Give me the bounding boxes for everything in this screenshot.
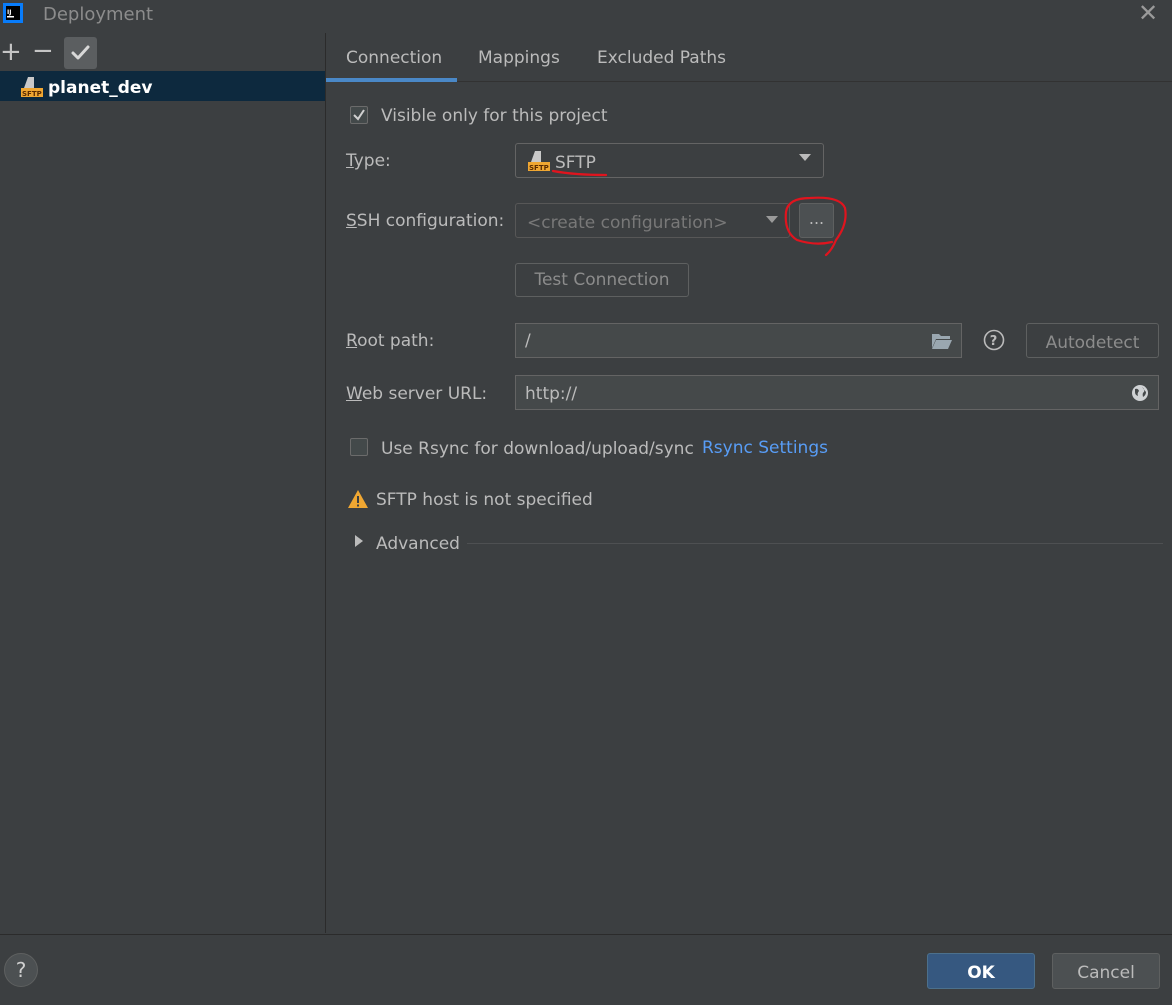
root-path-input[interactable]	[515, 323, 962, 358]
expand-arrow-icon[interactable]	[355, 535, 363, 547]
url-label-mnemonic: W	[346, 384, 362, 404]
tab-mappings[interactable]: Mappings	[478, 48, 560, 68]
help-icon[interactable]: ?	[983, 329, 1005, 351]
checkmark-icon	[353, 109, 365, 121]
svg-text:SFTP: SFTP	[22, 90, 42, 98]
warning-icon	[348, 490, 368, 508]
close-icon[interactable]: ✕	[1136, 1, 1160, 26]
help-button[interactable]: ?	[4, 953, 38, 987]
root-path-value: /	[525, 331, 531, 351]
svg-text:IJ: IJ	[7, 9, 11, 16]
advanced-divider	[467, 543, 1163, 544]
ssh-configuration-placeholder: <create configuration>	[527, 213, 728, 233]
cancel-button[interactable]: Cancel	[1052, 953, 1160, 989]
type-label-mnemonic: T	[346, 151, 354, 171]
tab-excluded-paths[interactable]: Excluded Paths	[597, 48, 726, 68]
root-label-mnemonic: R	[346, 331, 358, 351]
server-name: planet_dev	[48, 78, 153, 98]
root-path-label: Root path:	[346, 331, 434, 351]
web-server-url-value: http://	[525, 384, 578, 404]
server-list-panel	[0, 33, 326, 933]
remove-server-button[interactable]: −	[32, 38, 54, 66]
footer-divider	[0, 934, 1172, 935]
svg-text:SFTP: SFTP	[529, 164, 549, 172]
sftp-icon: SFTP	[528, 151, 550, 172]
ssh-label-mnemonic: S	[346, 211, 357, 231]
rsync-settings-link[interactable]: Rsync Settings	[702, 438, 828, 458]
ok-button[interactable]: OK	[927, 953, 1035, 989]
test-connection-button[interactable]: Test Connection	[515, 263, 689, 297]
use-rsync-label: Use Rsync for download/upload/sync	[381, 439, 694, 459]
title-bar	[0, 0, 1172, 32]
active-tab-indicator	[326, 78, 457, 82]
tab-connection[interactable]: Connection	[346, 48, 442, 68]
type-label-text: ype:	[353, 151, 391, 171]
svg-text:?: ?	[990, 334, 998, 349]
root-label-text: oot path:	[357, 331, 435, 351]
tab-bar	[326, 33, 1172, 82]
folder-open-icon[interactable]	[931, 331, 953, 351]
chevron-down-icon	[766, 216, 778, 223]
intellij-logo-icon: IJ	[3, 3, 23, 23]
sftp-icon: SFTP	[21, 77, 43, 98]
web-server-url-label: Web server URL:	[346, 384, 487, 404]
add-server-button[interactable]: +	[0, 38, 22, 66]
visible-only-checkbox[interactable]	[350, 106, 368, 124]
checkmark-icon	[71, 45, 90, 60]
globe-icon[interactable]	[1131, 384, 1149, 402]
use-as-default-button[interactable]	[64, 37, 97, 69]
chevron-down-icon	[799, 154, 811, 161]
visible-only-label: Visible only for this project	[381, 106, 608, 126]
ssh-configuration-label: SSH configuration:	[346, 211, 504, 231]
type-label: Type:	[346, 151, 391, 171]
warning-message: SFTP host is not specified	[376, 490, 593, 510]
url-label-text: eb server URL:	[361, 384, 488, 404]
autodetect-button[interactable]: Autodetect	[1026, 323, 1159, 358]
ssh-label-text: SH configuration:	[356, 211, 505, 231]
ssh-configuration-browse-button[interactable]: ...	[799, 203, 834, 238]
advanced-section-toggle[interactable]: Advanced	[376, 534, 460, 554]
use-rsync-checkbox[interactable]	[350, 438, 368, 456]
web-server-url-input[interactable]	[515, 375, 1159, 410]
type-selected-value: SFTP	[555, 153, 596, 173]
window-title: Deployment	[43, 4, 154, 25]
